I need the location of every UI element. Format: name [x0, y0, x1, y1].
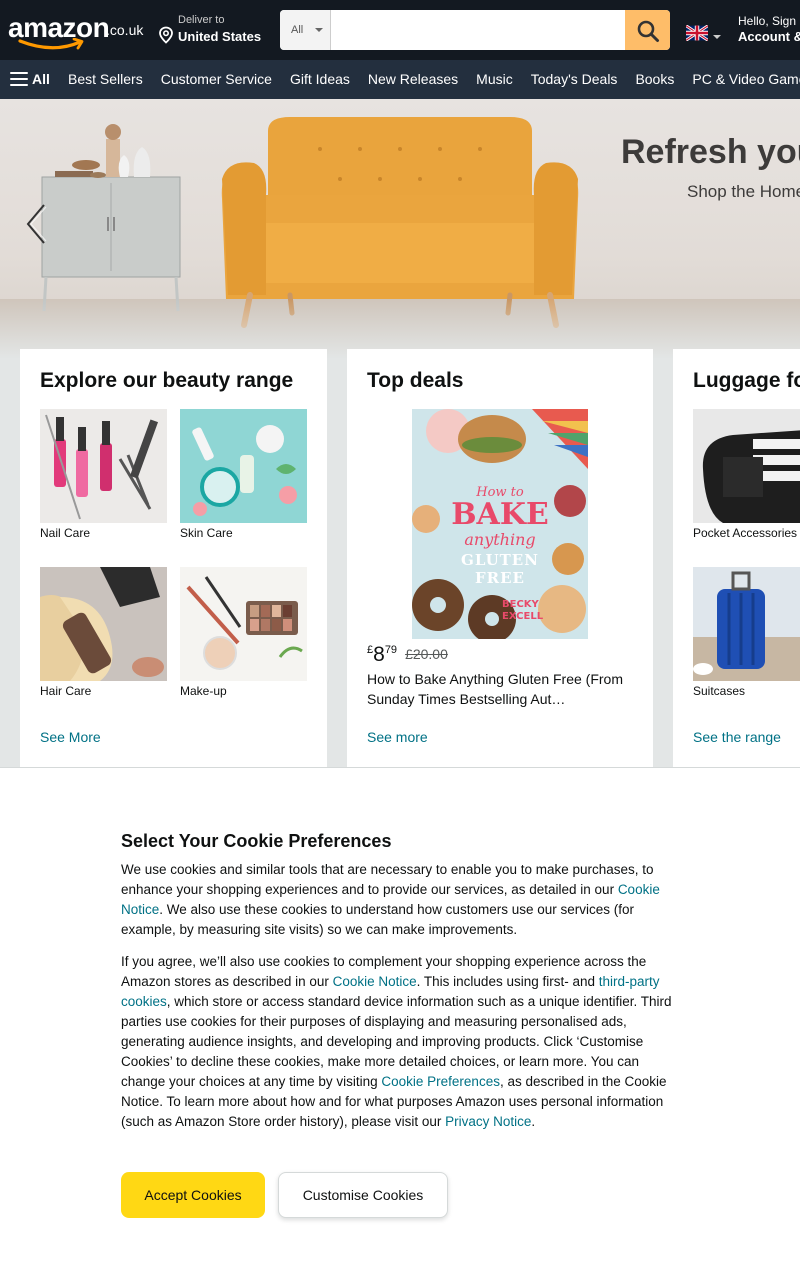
- logo-smile-icon: [18, 38, 84, 50]
- book-line-5: FREE: [475, 569, 525, 587]
- cookie-text: . We also use these cookies to understan…: [121, 902, 634, 937]
- deals-see-more-link[interactable]: See more: [367, 729, 428, 745]
- search-category-label: All: [291, 24, 304, 36]
- search-input[interactable]: [332, 10, 625, 50]
- language-selector[interactable]: [686, 25, 722, 41]
- chevron-down-icon: [713, 35, 721, 39]
- tile-nail-care[interactable]: Nail Care: [40, 409, 167, 540]
- nav-link-todays-deals[interactable]: Today's Deals: [522, 71, 627, 87]
- search-bar: All: [280, 10, 670, 50]
- chevron-down-icon: [315, 28, 323, 32]
- cookie-notice-link[interactable]: Cookie Notice: [333, 974, 417, 989]
- map-pin-icon: [159, 26, 173, 44]
- price-was: £20.00: [405, 646, 448, 662]
- cookie-consent-panel: Select Your Cookie Preferences We use co…: [0, 767, 800, 1280]
- deliver-to-button[interactable]: Deliver to United States: [158, 14, 270, 48]
- privacy-notice-link[interactable]: Privacy Notice: [445, 1114, 531, 1129]
- make-up-image: [180, 567, 307, 681]
- price-currency: £: [367, 644, 374, 656]
- suitcases-image: [693, 567, 800, 681]
- nav-links: Best Sellers Customer Service Gift Ideas Ne…: [59, 71, 800, 87]
- hero-subtitle[interactable]: Shop the Home: [687, 182, 800, 202]
- logo-tld: .co.uk: [106, 22, 144, 38]
- beauty-card-title: Explore our beauty range: [40, 369, 294, 392]
- book-line-4: GLUTEN: [461, 551, 539, 569]
- tile-caption: Make-up: [180, 684, 227, 698]
- tile-pocket-accessories[interactable]: Pocket Accessories: [693, 409, 800, 540]
- book-author: BECKY EXCELL: [502, 599, 544, 622]
- tile-caption: Pocket Accessories: [693, 526, 798, 540]
- cookie-paragraph-1: We use cookies and similar tools that ar…: [121, 860, 681, 940]
- deal-product-title[interactable]: How to Bake Anything Gluten Free (From S…: [367, 669, 633, 709]
- account-lists-label: Account & Lists: [738, 29, 800, 44]
- customise-cookies-button[interactable]: Customise Cookies: [278, 1172, 448, 1218]
- top-deals-title: Top deals: [367, 369, 464, 392]
- tile-caption: Skin Care: [180, 526, 233, 540]
- hero-carousel: Refresh your Shop the Home: [0, 99, 800, 359]
- tile-caption: Suitcases: [693, 684, 746, 698]
- nav-link-gift-ideas[interactable]: Gift Ideas: [281, 71, 359, 87]
- cookie-text: . This includes using first- and: [416, 974, 599, 989]
- pocket-accessories-image: [693, 409, 800, 523]
- tile-caption: Hair Care: [40, 684, 92, 698]
- cookie-preferences-link[interactable]: Cookie Preferences: [381, 1074, 500, 1089]
- deal-price: £879 £20.00: [367, 643, 448, 667]
- search-category-dropdown[interactable]: All: [280, 10, 331, 50]
- nav-link-music[interactable]: Music: [467, 71, 522, 87]
- top-deals-card: Top deals How to BAKE anything GLUTEN FR…: [347, 349, 653, 779]
- beauty-see-more-link[interactable]: See More: [40, 729, 101, 745]
- price-whole: 8: [373, 643, 385, 666]
- book-cover-text: How to BAKE anything GLUTEN FREE: [412, 485, 588, 587]
- cookie-title: Select Your Cookie Preferences: [121, 831, 392, 851]
- account-menu[interactable]: Hello, Sign in Account & Lists: [738, 14, 800, 48]
- tile-make-up[interactable]: Make-up: [180, 567, 307, 698]
- deliver-label: Deliver to: [178, 14, 225, 26]
- nav-link-best-sellers[interactable]: Best Sellers: [59, 71, 152, 87]
- top-header: amazon .co.uk Deliver to United States A…: [0, 0, 800, 60]
- luggage-see-range-link[interactable]: See the range: [693, 729, 781, 745]
- luggage-card: Luggage fo Pocket Accessories Suitcases …: [673, 349, 800, 779]
- amazon-logo[interactable]: amazon .co.uk: [8, 12, 144, 50]
- hamburger-icon: [10, 72, 28, 86]
- nav-link-customer-service[interactable]: Customer Service: [152, 71, 281, 87]
- price-fraction: 79: [384, 644, 398, 656]
- cookie-consent-content: Select Your Cookie Preferences We use co…: [121, 830, 681, 1218]
- nail-care-image: [40, 409, 167, 523]
- nav-link-pc-video-games[interactable]: PC & Video Games: [683, 71, 800, 87]
- tile-caption: Nail Care: [40, 526, 91, 540]
- tile-skin-care[interactable]: Skin Care: [180, 409, 307, 540]
- search-button[interactable]: [625, 10, 670, 50]
- cookie-paragraph-2: If you agree, we’ll also use cookies to …: [121, 952, 681, 1132]
- tile-hair-care[interactable]: Hair Care: [40, 567, 167, 698]
- accept-cookies-button[interactable]: Accept Cookies: [121, 1172, 265, 1218]
- beauty-card: Explore our beauty range Nail Care Skin …: [20, 349, 327, 779]
- account-greeting: Hello, Sign in: [738, 14, 800, 28]
- tile-suitcases[interactable]: Suitcases: [693, 567, 800, 698]
- nav-bar: All Best Sellers Customer Service Gift Ide…: [0, 60, 800, 99]
- book-line-3: anything: [464, 530, 536, 549]
- chevron-left-icon[interactable]: [24, 203, 48, 245]
- nav-link-books[interactable]: Books: [626, 71, 683, 87]
- hero-title[interactable]: Refresh your: [621, 133, 800, 172]
- magnifier-icon: [637, 20, 659, 42]
- hair-care-image: [40, 567, 167, 681]
- luggage-card-title: Luggage fo: [693, 369, 800, 392]
- uk-flag-icon: [686, 25, 708, 41]
- book-line-2: BAKE: [451, 497, 549, 532]
- cookie-text: .: [531, 1114, 536, 1129]
- skin-care-image: [180, 409, 307, 523]
- deal-product-image[interactable]: How to BAKE anything GLUTEN FREE BECKY E…: [412, 409, 588, 639]
- deliver-location: United States: [178, 29, 262, 44]
- all-menu-label: All: [32, 71, 50, 87]
- nav-link-new-releases[interactable]: New Releases: [359, 71, 467, 87]
- cookie-text: We use cookies and similar tools that ar…: [121, 862, 654, 897]
